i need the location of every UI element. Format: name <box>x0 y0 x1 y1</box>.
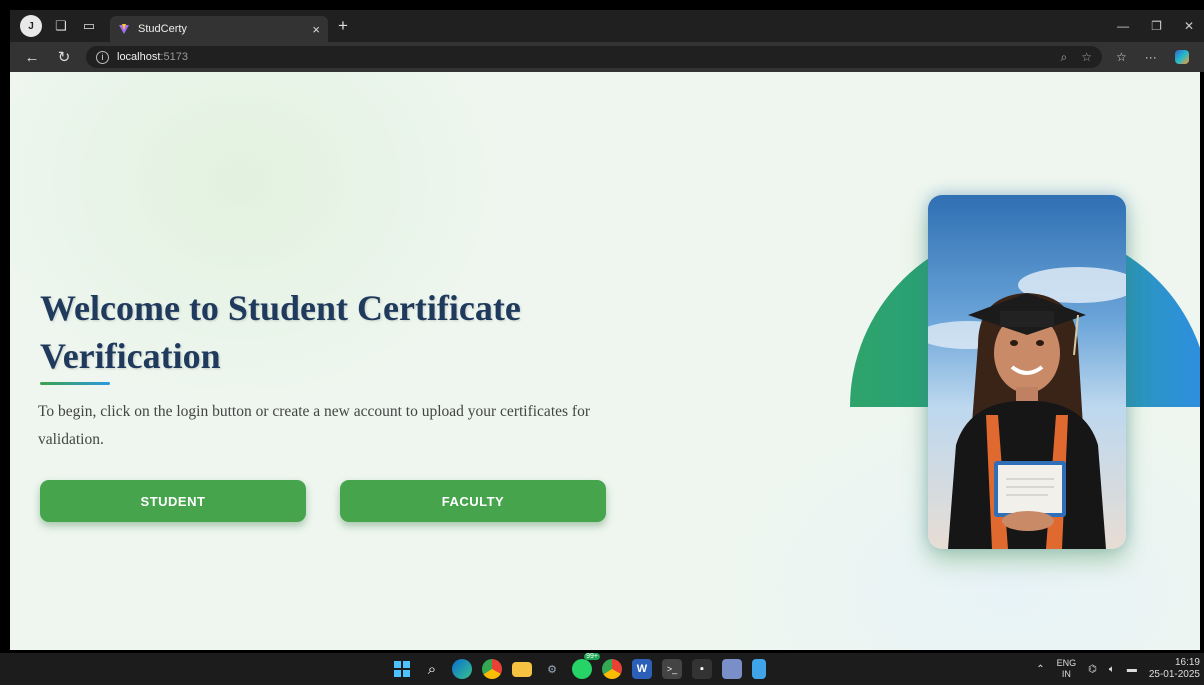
vite-favicon-icon <box>119 24 129 34</box>
battery-icon[interactable]: ▬ <box>1127 664 1137 675</box>
browser-titlebar: J ❏ ▭ StudCerty × + — ❐ ✕ <box>10 10 1204 42</box>
app-icon[interactable]: ▪ <box>692 659 712 679</box>
whatsapp-icon[interactable]: 99+ <box>572 653 600 679</box>
omnibox-actions: ⌕ ☆ <box>1061 50 1093 65</box>
wifi-icon[interactable]: ⌬ <box>1088 664 1097 675</box>
volume-icon[interactable]: 🔈︎ <box>1109 664 1115 675</box>
hero-title: Welcome to Student Certificate Verificat… <box>40 288 521 376</box>
file-explorer-icon[interactable] <box>512 661 532 677</box>
chrome-profile-icon[interactable] <box>602 659 622 679</box>
faculty-button[interactable]: FACULTY <box>340 480 606 522</box>
system-tray: ⌃ ENG IN ⌬ 🔈︎ ▬ 16:19 25-01-2025 <box>1036 653 1200 685</box>
language-indicator[interactable]: ENG IN <box>1057 658 1077 680</box>
url-port: :5173 <box>160 51 188 63</box>
settings-icon[interactable]: ⚙ <box>542 659 562 679</box>
toolbar-actions: ☆ ··· <box>1116 50 1189 64</box>
favorites-icon[interactable]: ☆ <box>1116 50 1127 64</box>
page-viewport: Welcome to Student Certificate Verificat… <box>10 72 1200 650</box>
restore-icon[interactable]: ❐ <box>1151 19 1162 33</box>
tab-title: StudCerty <box>138 23 187 35</box>
whatsapp-badge: 99+ <box>584 653 600 660</box>
url-field[interactable]: i localhost :5173 ⌕ ☆ <box>86 46 1102 68</box>
lang-bottom: IN <box>1061 669 1071 679</box>
workspaces-icon[interactable]: ❏ <box>52 17 70 35</box>
taskbar: ⌕ ⚙ 99+ W >_ ▪ ⌃ ENG IN ⌬ 🔈︎ ▬ 16:19 25-… <box>0 653 1204 685</box>
more-options-icon[interactable]: ··· <box>1145 50 1157 64</box>
student-button[interactable]: STUDENT <box>40 480 306 522</box>
tab-close-icon[interactable]: × <box>312 22 320 37</box>
clock[interactable]: 16:19 25-01-2025 <box>1149 657 1200 681</box>
search-icon[interactable]: ⌕ <box>422 659 442 679</box>
terminal-icon[interactable]: >_ <box>662 659 682 679</box>
new-tab-icon[interactable]: + <box>338 16 348 36</box>
hero-subtitle: To begin, click on the login button or c… <box>38 403 590 448</box>
snipping-icon[interactable] <box>722 659 742 679</box>
address-bar: ← ↻ i localhost :5173 ⌕ ☆ ☆ ··· <box>10 42 1204 72</box>
title-underline <box>40 382 110 385</box>
favorite-star-icon[interactable]: ☆ <box>1081 50 1092 65</box>
clock-date: 25-01-2025 <box>1148 669 1200 680</box>
notepad-icon[interactable] <box>752 659 766 679</box>
graduate-photo <box>928 195 1126 549</box>
profile-avatar-icon[interactable]: J <box>20 15 42 37</box>
chrome-icon[interactable] <box>482 659 502 679</box>
copilot-icon[interactable] <box>1174 50 1189 64</box>
lang-top: ENG <box>1056 658 1077 668</box>
refresh-icon[interactable]: ↻ <box>54 48 74 66</box>
word-icon[interactable]: W <box>632 659 652 679</box>
tab-actions-icon[interactable]: ▭ <box>80 17 98 35</box>
close-icon[interactable]: ✕ <box>1184 19 1194 33</box>
site-info-icon[interactable]: i <box>96 50 109 64</box>
edge-icon[interactable] <box>452 659 472 679</box>
tray-overflow-icon[interactable]: ⌃ <box>1036 664 1044 675</box>
clock-time: 16:19 <box>1174 657 1200 668</box>
window-controls: — ❐ ✕ <box>1117 19 1204 33</box>
browser-tab[interactable]: StudCerty × <box>110 16 328 42</box>
taskbar-apps: ⌕ ⚙ 99+ W >_ ▪ <box>392 653 766 685</box>
minimize-icon[interactable]: — <box>1117 19 1129 33</box>
start-icon[interactable] <box>392 659 412 679</box>
screen: J ❏ ▭ StudCerty × + — ❐ ✕ ← ↻ i localhos… <box>0 0 1204 685</box>
url-host: localhost <box>117 51 161 63</box>
zoom-icon[interactable]: ⌕ <box>1061 50 1068 65</box>
back-icon[interactable]: ← <box>22 49 42 66</box>
